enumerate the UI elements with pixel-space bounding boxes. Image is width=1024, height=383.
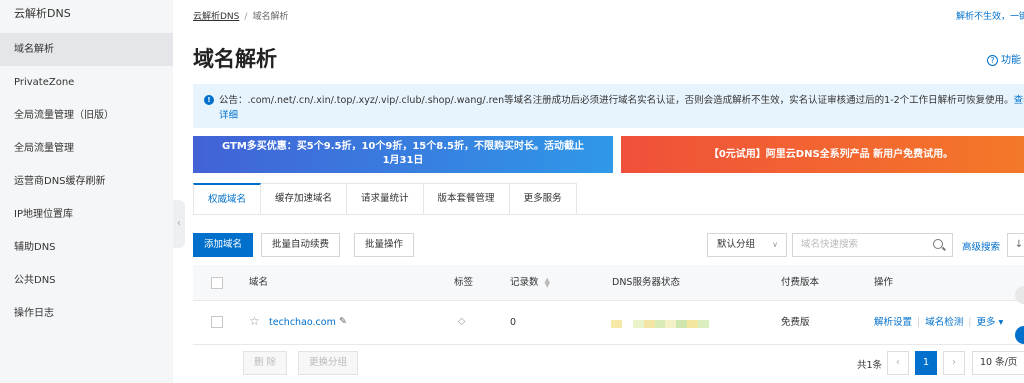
batch-operation-button[interactable]: 批量操作 <box>354 233 415 257</box>
header-records[interactable]: 记录数 ▲ ▼ <box>510 276 550 290</box>
search-icon[interactable] <box>933 239 943 249</box>
total-count: 共1条 <box>857 360 883 371</box>
troubleshoot-link[interactable]: 解析不生效，一键 <box>956 9 1024 22</box>
page-number-current[interactable]: 1 <box>915 351 937 375</box>
select-all-checkbox[interactable] <box>211 277 223 289</box>
download-icon[interactable]: ↓ <box>1007 233 1024 257</box>
dns-status-blurred <box>611 320 710 328</box>
ops-divider: | <box>917 317 921 328</box>
prev-page-button[interactable]: ‹ <box>887 351 909 375</box>
gtm-promo-banner[interactable]: GTM多买优惠：买5个9.5折，10个9折，15个8.5折，不限购买时长。活动截… <box>193 136 613 173</box>
page-size-select[interactable]: 10 条/页 <box>972 351 1024 375</box>
row-checkbox[interactable] <box>211 316 223 328</box>
domain-search-input[interactable]: 域名快速搜索 <box>792 233 953 257</box>
record-count: 0 <box>510 317 517 328</box>
sidebar-item-secondary-dns[interactable]: 辅助DNS <box>0 231 173 264</box>
header-tags: 标签 <box>454 277 474 288</box>
change-group-button[interactable]: 更换分组 <box>298 351 359 375</box>
chevron-left-icon: ‹ <box>177 218 181 229</box>
star-icon[interactable]: ☆ <box>249 314 260 328</box>
breadcrumb-current: 域名解析 <box>252 12 289 22</box>
delete-button[interactable]: 删 除 <box>243 351 288 375</box>
chevron-down-icon: ∨ <box>772 240 778 249</box>
more-dropdown[interactable]: 更多 <box>976 317 995 328</box>
sidebar-item-privatezone[interactable]: PrivateZone <box>0 66 173 99</box>
header-records-label: 记录数 <box>510 277 539 288</box>
breadcrumb-separator: / <box>244 12 248 22</box>
caret-down-icon[interactable]: ▾ <box>995 317 1003 328</box>
sidebar-item-gtm[interactable]: 全局流量管理 <box>0 132 173 165</box>
sidebar-item-domain-resolution[interactable]: 域名解析 <box>0 33 173 66</box>
notice-text: 公告：.com/.net/.cn/.xin/.top/.xyz/.vip/.cl… <box>219 95 1014 106</box>
sort-icon[interactable]: ▲ ▼ <box>545 276 550 288</box>
main-content: 云解析DNS / 域名解析 解析不生效，一键 域名解析 ? 功能 ! 公告：.com/… <box>193 0 1024 383</box>
group-select-value: 默认分组 <box>717 239 756 250</box>
sidebar-item-public-dns[interactable]: 公共DNS <box>0 264 173 297</box>
tab-authoritative-domains[interactable]: 权威域名 <box>193 183 262 215</box>
info-icon: ! <box>204 95 214 105</box>
table-header: 域名 标签 记录数 ▲ ▼ DNS服务器状态 付费版本 操作 <box>193 265 1024 301</box>
help-link[interactable]: ? 功能 <box>987 51 1021 66</box>
question-icon: ? <box>987 55 998 66</box>
tab-bar: 权威域名 缓存加速域名 请求量统计 版本套餐管理 更多服务 <box>193 183 577 215</box>
page-title: 域名解析 <box>193 47 277 71</box>
gtm-promo-line2: 1月31日 <box>382 155 424 166</box>
batch-auto-renew-button[interactable]: 批量自动续费 <box>261 233 341 257</box>
sidebar-item-gtm-legacy[interactable]: 全局流量管理（旧版） <box>0 99 173 132</box>
tag-icon[interactable]: ◇ <box>458 315 465 329</box>
free-trial-banner[interactable]: 【0元试用】阿里云DNS全系列产品 新用户免费试用。 <box>621 136 1024 173</box>
tab-cache-accelerated-domains[interactable]: 缓存加速域名 <box>261 183 348 215</box>
domain-check-link[interactable]: 域名检测 <box>925 317 963 328</box>
sidebar-item-operation-log[interactable]: 操作日志 <box>0 297 173 330</box>
header-operations: 操作 <box>874 277 894 288</box>
gtm-promo-line1: GTM多买优惠：买5个9.5折，10个9折，15个8.5折，不限购买时长。活动截… <box>222 141 584 152</box>
tab-plan-management[interactable]: 版本套餐管理 <box>423 183 510 215</box>
sidebar-item-ip-geo[interactable]: IP地理位置库 <box>0 198 173 231</box>
ops-divider: | <box>968 317 972 328</box>
group-select[interactable]: 默认分组 ∨ <box>707 233 787 257</box>
header-domain: 域名 <box>249 277 269 288</box>
tab-more-services[interactable]: 更多服务 <box>509 183 577 215</box>
search-placeholder: 域名快速搜索 <box>801 239 859 250</box>
edition-value: 免费版 <box>781 317 810 328</box>
sidebar-item-isp-cache-refresh[interactable]: 运营商DNS缓存刷新 <box>0 165 173 198</box>
notice-banner: ! 公告：.com/.net/.cn/.xin/.top/.xyz/.vip/.… <box>193 84 1024 128</box>
domain-name-link[interactable]: techchao.com <box>269 316 336 330</box>
edit-icon[interactable]: ✎ <box>339 315 347 329</box>
table-row: ☆ techchao.com ✎ ◇ 0 免费版 解析设置 | 域名检测 | 更多 ▾ <box>193 301 1024 345</box>
sidebar-collapse-handle[interactable]: ‹ <box>173 200 185 248</box>
breadcrumb-root[interactable]: 云解析DNS <box>193 12 239 22</box>
sidebar-title: 云解析DNS <box>14 7 71 20</box>
resolution-settings-link[interactable]: 解析设置 <box>874 317 912 328</box>
add-domain-button[interactable]: 添加域名 <box>193 233 254 257</box>
next-page-button[interactable]: › <box>943 351 965 375</box>
tabs-divider <box>193 214 1024 215</box>
header-edition: 付费版本 <box>781 277 820 288</box>
row-operations: 解析设置 | 域名检测 | 更多 ▾ <box>874 316 1003 330</box>
advanced-search-link[interactable]: 高级搜索 <box>962 239 1000 253</box>
sidebar: 云解析DNS 域名解析 PrivateZone 全局流量管理（旧版） 全局流量管… <box>0 0 173 383</box>
header-dns-status: DNS服务器状态 <box>612 277 680 288</box>
help-link-label: 功能 <box>1001 55 1021 66</box>
tab-request-stats[interactable]: 请求量统计 <box>347 183 424 215</box>
breadcrumb: 云解析DNS / 域名解析 <box>193 9 288 22</box>
